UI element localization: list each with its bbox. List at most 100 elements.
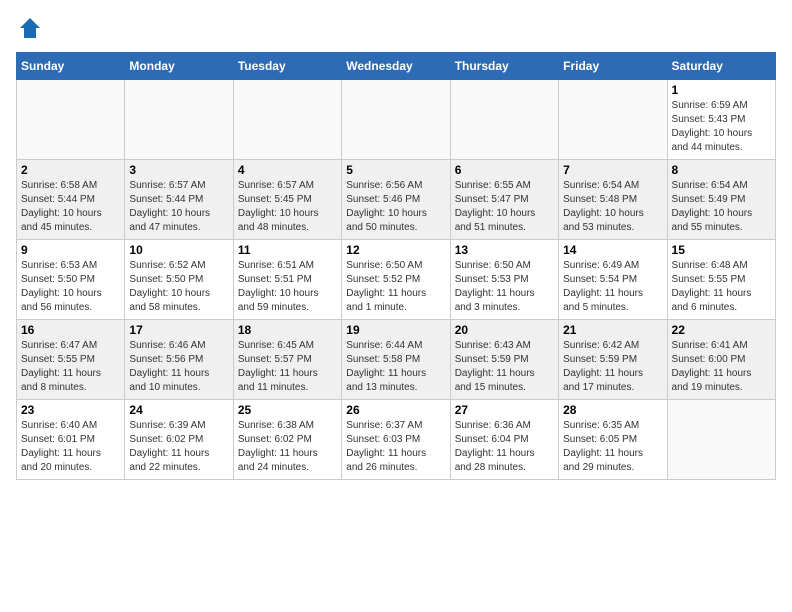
calendar-cell: 20 Sunrise: 6:43 AMSunset: 5:59 PMDayligh… — [450, 320, 558, 400]
day-number: 2 — [21, 163, 120, 177]
calendar-week-3: 16 Sunrise: 6:47 AMSunset: 5:55 PMDayligh… — [17, 320, 776, 400]
day-info: Sunrise: 6:35 AMSunset: 6:05 PMDaylight:… — [563, 419, 662, 475]
day-number: 14 — [563, 243, 662, 257]
calendar-cell: 11 Sunrise: 6:51 AMSunset: 5:51 PMDayligh… — [233, 240, 341, 320]
day-number: 17 — [129, 323, 228, 337]
calendar-header-row: SundayMondayTuesdayWednesdayThursdayFrid… — [17, 53, 776, 80]
calendar-week-0: 1 Sunrise: 6:59 AMSunset: 5:43 PMDaylight… — [17, 80, 776, 160]
col-header-monday: Monday — [125, 53, 233, 80]
day-info: Sunrise: 6:55 AMSunset: 5:47 PMDaylight:… — [455, 179, 554, 235]
calendar-cell: 8 Sunrise: 6:54 AMSunset: 5:49 PMDaylight… — [667, 160, 775, 240]
calendar-cell: 18 Sunrise: 6:45 AMSunset: 5:57 PMDayligh… — [233, 320, 341, 400]
day-number: 6 — [455, 163, 554, 177]
calendar-cell: 13 Sunrise: 6:50 AMSunset: 5:53 PMDayligh… — [450, 240, 558, 320]
logo — [16, 16, 42, 40]
day-number: 21 — [563, 323, 662, 337]
calendar-cell — [125, 80, 233, 160]
day-info: Sunrise: 6:56 AMSunset: 5:46 PMDaylight:… — [346, 179, 445, 235]
day-info: Sunrise: 6:39 AMSunset: 6:02 PMDaylight:… — [129, 419, 228, 475]
day-number: 12 — [346, 243, 445, 257]
day-info: Sunrise: 6:53 AMSunset: 5:50 PMDaylight:… — [21, 259, 120, 315]
calendar-cell: 28 Sunrise: 6:35 AMSunset: 6:05 PMDayligh… — [559, 400, 667, 480]
day-info: Sunrise: 6:50 AMSunset: 5:52 PMDaylight:… — [346, 259, 445, 315]
page-header — [16, 16, 776, 40]
day-info: Sunrise: 6:42 AMSunset: 5:59 PMDaylight:… — [563, 339, 662, 395]
calendar-cell: 26 Sunrise: 6:37 AMSunset: 6:03 PMDayligh… — [342, 400, 450, 480]
day-number: 15 — [672, 243, 771, 257]
calendar-cell: 24 Sunrise: 6:39 AMSunset: 6:02 PMDayligh… — [125, 400, 233, 480]
day-info: Sunrise: 6:57 AMSunset: 5:45 PMDaylight:… — [238, 179, 337, 235]
day-number: 8 — [672, 163, 771, 177]
calendar-cell — [450, 80, 558, 160]
calendar-cell: 14 Sunrise: 6:49 AMSunset: 5:54 PMDayligh… — [559, 240, 667, 320]
calendar-cell: 6 Sunrise: 6:55 AMSunset: 5:47 PMDaylight… — [450, 160, 558, 240]
day-info: Sunrise: 6:51 AMSunset: 5:51 PMDaylight:… — [238, 259, 337, 315]
day-number: 25 — [238, 403, 337, 417]
day-info: Sunrise: 6:47 AMSunset: 5:55 PMDaylight:… — [21, 339, 120, 395]
calendar-cell — [233, 80, 341, 160]
day-number: 5 — [346, 163, 445, 177]
day-info: Sunrise: 6:44 AMSunset: 5:58 PMDaylight:… — [346, 339, 445, 395]
calendar-cell: 25Sunrise: 6:38 AMSunset: 6:02 PMDayligh… — [233, 400, 341, 480]
day-info: Sunrise: 6:59 AMSunset: 5:43 PMDaylight:… — [672, 99, 771, 155]
day-number: 26 — [346, 403, 445, 417]
day-number: 18 — [238, 323, 337, 337]
day-number: 4 — [238, 163, 337, 177]
day-number: 28 — [563, 403, 662, 417]
day-number: 1 — [672, 83, 771, 97]
day-number: 19 — [346, 323, 445, 337]
calendar-cell: 12 Sunrise: 6:50 AMSunset: 5:52 PMDayligh… — [342, 240, 450, 320]
calendar-week-2: 9 Sunrise: 6:53 AMSunset: 5:50 PMDaylight… — [17, 240, 776, 320]
calendar-cell — [559, 80, 667, 160]
calendar-cell: 17Sunrise: 6:46 AMSunset: 5:56 PMDayligh… — [125, 320, 233, 400]
calendar-cell: 3 Sunrise: 6:57 AMSunset: 5:44 PMDaylight… — [125, 160, 233, 240]
day-info: Sunrise: 6:49 AMSunset: 5:54 PMDaylight:… — [563, 259, 662, 315]
day-number: 11 — [238, 243, 337, 257]
calendar-cell: 16 Sunrise: 6:47 AMSunset: 5:55 PMDayligh… — [17, 320, 125, 400]
day-info: Sunrise: 6:52 AMSunset: 5:50 PMDaylight:… — [129, 259, 228, 315]
day-info: Sunrise: 6:43 AMSunset: 5:59 PMDaylight:… — [455, 339, 554, 395]
calendar-cell: 10 Sunrise: 6:52 AMSunset: 5:50 PMDayligh… — [125, 240, 233, 320]
day-number: 24 — [129, 403, 228, 417]
calendar-cell — [17, 80, 125, 160]
day-number: 23 — [21, 403, 120, 417]
day-info: Sunrise: 6:57 AMSunset: 5:44 PMDaylight:… — [129, 179, 228, 235]
col-header-sunday: Sunday — [17, 53, 125, 80]
col-header-wednesday: Wednesday — [342, 53, 450, 80]
calendar-cell: 21 Sunrise: 6:42 AMSunset: 5:59 PMDayligh… — [559, 320, 667, 400]
day-info: Sunrise: 6:54 AMSunset: 5:48 PMDaylight:… — [563, 179, 662, 235]
day-number: 3 — [129, 163, 228, 177]
col-header-friday: Friday — [559, 53, 667, 80]
calendar-cell: 23 Sunrise: 6:40 AMSunset: 6:01 PMDayligh… — [17, 400, 125, 480]
calendar-cell: 19 Sunrise: 6:44 AMSunset: 5:58 PMDayligh… — [342, 320, 450, 400]
col-header-tuesday: Tuesday — [233, 53, 341, 80]
calendar-cell: 2 Sunrise: 6:58 AMSunset: 5:44 PMDaylight… — [17, 160, 125, 240]
day-info: Sunrise: 6:50 AMSunset: 5:53 PMDaylight:… — [455, 259, 554, 315]
day-info: Sunrise: 6:40 AMSunset: 6:01 PMDaylight:… — [21, 419, 120, 475]
calendar-cell: 5 Sunrise: 6:56 AMSunset: 5:46 PMDaylight… — [342, 160, 450, 240]
calendar-cell — [667, 400, 775, 480]
calendar-cell: 4 Sunrise: 6:57 AMSunset: 5:45 PMDaylight… — [233, 160, 341, 240]
day-number: 16 — [21, 323, 120, 337]
calendar: SundayMondayTuesdayWednesdayThursdayFrid… — [16, 52, 776, 480]
day-number: 10 — [129, 243, 228, 257]
calendar-cell: 22Sunrise: 6:41 AMSunset: 6:00 PMDayligh… — [667, 320, 775, 400]
calendar-cell: 7 Sunrise: 6:54 AMSunset: 5:48 PMDaylight… — [559, 160, 667, 240]
calendar-week-4: 23 Sunrise: 6:40 AMSunset: 6:01 PMDayligh… — [17, 400, 776, 480]
day-info: Sunrise: 6:45 AMSunset: 5:57 PMDaylight:… — [238, 339, 337, 395]
col-header-thursday: Thursday — [450, 53, 558, 80]
day-info: Sunrise: 6:58 AMSunset: 5:44 PMDaylight:… — [21, 179, 120, 235]
day-number: 27 — [455, 403, 554, 417]
calendar-week-1: 2 Sunrise: 6:58 AMSunset: 5:44 PMDaylight… — [17, 160, 776, 240]
calendar-cell: 27Sunrise: 6:36 AMSunset: 6:04 PMDayligh… — [450, 400, 558, 480]
day-number: 7 — [563, 163, 662, 177]
day-info: Sunrise: 6:37 AMSunset: 6:03 PMDaylight:… — [346, 419, 445, 475]
day-number: 22 — [672, 323, 771, 337]
day-info: Sunrise: 6:54 AMSunset: 5:49 PMDaylight:… — [672, 179, 771, 235]
col-header-saturday: Saturday — [667, 53, 775, 80]
day-number: 13 — [455, 243, 554, 257]
calendar-cell: 9 Sunrise: 6:53 AMSunset: 5:50 PMDaylight… — [17, 240, 125, 320]
day-number: 20 — [455, 323, 554, 337]
day-info: Sunrise: 6:48 AMSunset: 5:55 PMDaylight:… — [672, 259, 771, 315]
day-number: 9 — [21, 243, 120, 257]
